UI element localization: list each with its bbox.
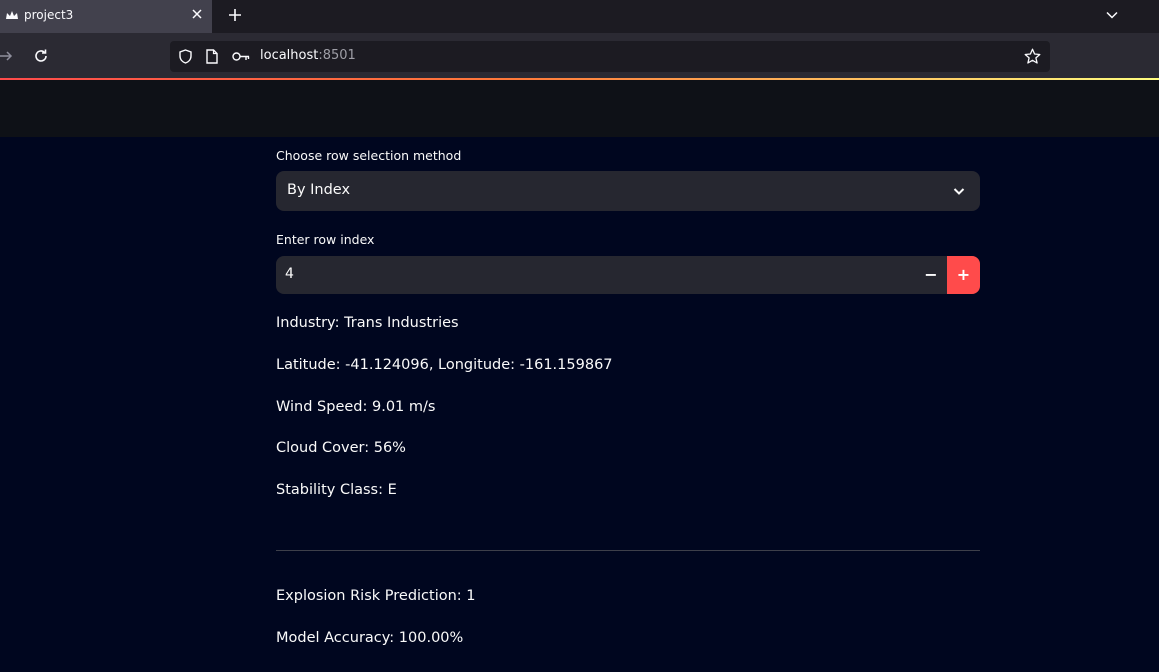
tab-title: project3 bbox=[24, 8, 74, 22]
shield-icon[interactable] bbox=[178, 49, 193, 64]
arrow-right-icon[interactable] bbox=[0, 48, 14, 64]
plus-icon[interactable] bbox=[227, 7, 243, 23]
url-bar[interactable]: localhost:8501 bbox=[170, 41, 1050, 72]
increment-button[interactable]: + bbox=[947, 256, 980, 294]
key-icon[interactable] bbox=[232, 50, 250, 63]
url-host: localhost bbox=[260, 48, 319, 63]
number-input-label: Enter row index bbox=[276, 232, 375, 247]
url-port: :8501 bbox=[318, 48, 356, 63]
streamlit-crown-icon bbox=[6, 11, 18, 19]
tab-bar: project3 bbox=[0, 0, 1159, 33]
industry-text: Industry: Trans Industries bbox=[276, 315, 459, 331]
divider bbox=[276, 550, 980, 551]
row-selection-method-select[interactable]: By Index bbox=[276, 171, 980, 211]
wind-speed-text: Wind Speed: 9.01 m/s bbox=[276, 399, 436, 415]
browser-tab[interactable]: project3 bbox=[0, 0, 212, 33]
plus-icon: + bbox=[956, 265, 971, 284]
close-icon[interactable] bbox=[190, 7, 204, 21]
star-icon[interactable] bbox=[1024, 48, 1041, 65]
select-value: By Index bbox=[287, 182, 351, 198]
reload-icon[interactable] bbox=[33, 48, 49, 64]
stability-class-text: Stability Class: E bbox=[276, 482, 397, 498]
url-text[interactable]: localhost:8501 bbox=[260, 48, 356, 63]
minus-icon: − bbox=[924, 265, 938, 284]
location-text: Latitude: -41.124096, Longitude: -161.15… bbox=[276, 357, 613, 373]
decrement-button[interactable]: − bbox=[915, 256, 947, 294]
page-icon[interactable] bbox=[205, 49, 219, 64]
chevron-down-icon[interactable] bbox=[952, 184, 966, 198]
row-index-value[interactable]: 4 bbox=[285, 266, 294, 282]
chevron-down-icon[interactable] bbox=[1105, 8, 1119, 22]
prediction-text: Explosion Risk Prediction: 1 bbox=[276, 588, 476, 604]
select-label: Choose row selection method bbox=[276, 148, 462, 163]
app-header bbox=[0, 80, 1159, 137]
navigation-bar: localhost:8501 bbox=[0, 33, 1159, 78]
accuracy-text: Model Accuracy: 100.00% bbox=[276, 630, 464, 646]
cloud-cover-text: Cloud Cover: 56% bbox=[276, 440, 406, 456]
row-index-input[interactable]: 4 − + bbox=[276, 256, 980, 294]
